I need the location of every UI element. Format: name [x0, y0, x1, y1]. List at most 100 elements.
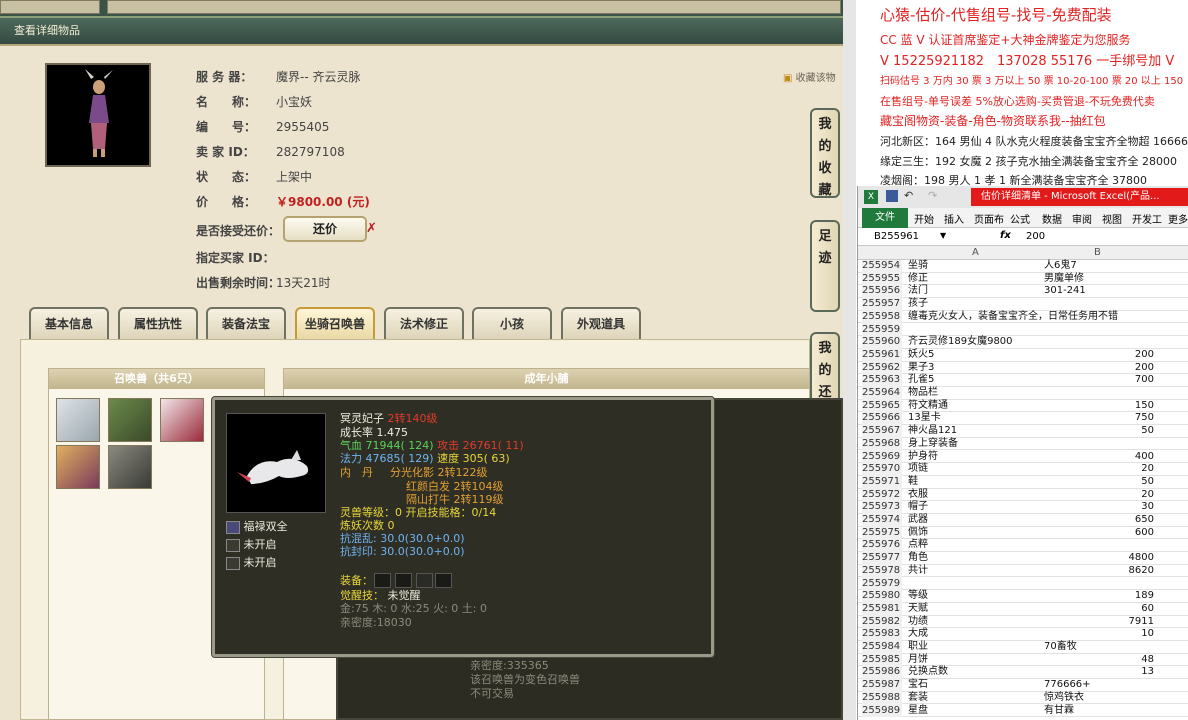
favorite-link[interactable]: ▣ 收藏该物: [783, 69, 836, 84]
column-header-b[interactable]: B: [1094, 247, 1101, 258]
row-number[interactable]: 255976: [862, 539, 902, 553]
row-number[interactable]: 255983: [862, 628, 902, 641]
skill-item[interactable]: 福禄双全: [226, 520, 288, 534]
row-number[interactable]: 255955: [862, 272, 902, 286]
cell-b[interactable]: 13: [1044, 666, 1154, 679]
cell-a[interactable]: 缠毒克火女人，装备宝宝齐全，日常任务用不错: [908, 311, 1118, 324]
cell-b[interactable]: 200: [1044, 349, 1154, 362]
row-number[interactable]: 255962: [862, 361, 902, 375]
row-number[interactable]: 255984: [862, 641, 902, 654]
sheet-row[interactable]: 255981 天赋 60: [858, 602, 1188, 616]
redo-icon[interactable]: ↷: [928, 189, 937, 202]
cell-b[interactable]: 200: [1044, 362, 1154, 375]
skill-item[interactable]: 未开启: [226, 538, 277, 552]
cell-b[interactable]: 400: [1044, 451, 1154, 464]
sheet-row[interactable]: 255967 神火晶121 50: [858, 425, 1188, 438]
row-number[interactable]: 255969: [862, 450, 902, 464]
cell-b[interactable]: 650: [1044, 514, 1154, 527]
equip-slot[interactable]: [395, 573, 412, 588]
cell-b[interactable]: 20: [1044, 489, 1154, 502]
ribbon-tab[interactable]: 开始: [914, 211, 934, 226]
ribbon-tab[interactable]: 开发工: [1132, 211, 1162, 226]
sheet-row[interactable]: 255957 孩子: [858, 298, 1188, 311]
equip-slot[interactable]: [435, 573, 452, 588]
sheet-row[interactable]: 255974 武器 650: [858, 514, 1188, 527]
row-number[interactable]: 255970: [862, 463, 902, 476]
cell-a[interactable]: 兑换点数: [908, 666, 948, 679]
cell-b[interactable]: 50: [1044, 476, 1154, 489]
column-header-a[interactable]: A: [972, 247, 979, 258]
cell-b[interactable]: 8620: [1044, 565, 1154, 578]
row-number[interactable]: 255972: [862, 488, 902, 502]
file-tab[interactable]: 文件: [862, 208, 908, 228]
sheet-row[interactable]: 255966 13星卡 750: [858, 412, 1188, 426]
sheet-row[interactable]: 255963 孔雀5 700: [858, 374, 1188, 387]
row-number[interactable]: 255973: [862, 501, 902, 514]
cell-b[interactable]: 60: [1044, 603, 1154, 616]
row-number[interactable]: 255988: [862, 691, 902, 705]
name-box-dropdown-icon[interactable]: ▼: [940, 231, 946, 240]
cell-b[interactable]: 301-241: [1044, 285, 1154, 298]
sheet-row[interactable]: 255972 衣服 20: [858, 488, 1188, 502]
tab-appearance[interactable]: 外观道具: [561, 307, 641, 339]
row-number[interactable]: 255961: [862, 348, 902, 362]
row-number[interactable]: 255959: [862, 323, 902, 337]
row-number[interactable]: 255968: [862, 437, 902, 451]
cell-a[interactable]: 鞋: [908, 476, 918, 489]
row-number[interactable]: 255977: [862, 552, 902, 565]
cell-a[interactable]: 共计: [908, 565, 928, 578]
cell-b[interactable]: 750: [1044, 412, 1154, 425]
pet-thumb[interactable]: [108, 398, 152, 442]
sheet-row[interactable]: 255971 鞋 50: [858, 475, 1188, 489]
cell-b[interactable]: 20: [1044, 463, 1154, 476]
sheet-row[interactable]: 255986 兑换点数 13: [858, 666, 1188, 680]
cell-a[interactable]: 大成: [908, 628, 928, 641]
formula-input[interactable]: 200: [1026, 231, 1045, 242]
cell-b[interactable]: 700: [1044, 374, 1154, 387]
cell-a[interactable]: 果子3: [908, 362, 934, 375]
cell-a[interactable]: 符文精通: [908, 400, 948, 413]
equip-slot[interactable]: [374, 573, 391, 588]
cell-a[interactable]: 法门: [908, 285, 928, 298]
row-number[interactable]: 255987: [862, 679, 902, 692]
row-number[interactable]: 255964: [862, 387, 902, 400]
tab-spell-correction[interactable]: 法术修正: [384, 307, 464, 339]
row-number[interactable]: 255958: [862, 310, 902, 324]
tab-children[interactable]: 小孩: [472, 307, 552, 339]
cell-b[interactable]: 男魔单修: [1044, 273, 1154, 286]
cell-a[interactable]: 佩饰: [908, 527, 928, 540]
sheet-row[interactable]: 255959: [858, 323, 1188, 337]
cell-a[interactable]: 护身符: [908, 451, 938, 464]
sheet-row[interactable]: 255985 月饼 48: [858, 653, 1188, 667]
row-number[interactable]: 255960: [862, 336, 902, 349]
sheet-row[interactable]: 255989 星盘 有甘霖: [858, 704, 1188, 718]
pet-thumb[interactable]: [56, 398, 100, 442]
sheet-row[interactable]: 255961 妖火5 200: [858, 348, 1188, 362]
my-favorites-button[interactable]: 我的收藏: [810, 108, 840, 198]
row-number[interactable]: 255954: [862, 260, 902, 273]
cell-a[interactable]: 功绩: [908, 616, 928, 629]
row-number[interactable]: 255963: [862, 374, 902, 387]
row-number[interactable]: 255967: [862, 425, 902, 438]
ribbon-tab[interactable]: 更多: [1168, 211, 1188, 226]
row-number[interactable]: 255985: [862, 653, 902, 667]
sheet-row[interactable]: 255977 角色 4800: [858, 552, 1188, 565]
tab-attributes[interactable]: 属性抗性: [118, 307, 198, 339]
cell-b[interactable]: 150: [1044, 400, 1154, 413]
cell-a[interactable]: 星盘: [908, 705, 928, 718]
cell-a[interactable]: 天赋: [908, 603, 928, 616]
row-number[interactable]: 255966: [862, 412, 902, 426]
fx-icon[interactable]: fx: [1000, 230, 1011, 241]
cell-b[interactable]: 10: [1044, 628, 1154, 641]
cell-a[interactable]: 孩子: [908, 298, 928, 311]
cell-a[interactable]: 月饼: [908, 654, 928, 667]
row-number[interactable]: 255981: [862, 602, 902, 616]
row-number[interactable]: 255956: [862, 285, 902, 299]
cell-b[interactable]: 70畜牧: [1044, 641, 1154, 654]
cell-b[interactable]: 600: [1044, 527, 1154, 540]
sheet-row[interactable]: 255955 修正 男魔单修: [858, 272, 1188, 286]
sheet-row[interactable]: 255962 果子3 200: [858, 361, 1188, 375]
ribbon-tab[interactable]: 页面布: [974, 211, 1004, 226]
cell-b[interactable]: 189: [1044, 590, 1154, 603]
sheet-row[interactable]: 255964 物品栏: [858, 387, 1188, 400]
